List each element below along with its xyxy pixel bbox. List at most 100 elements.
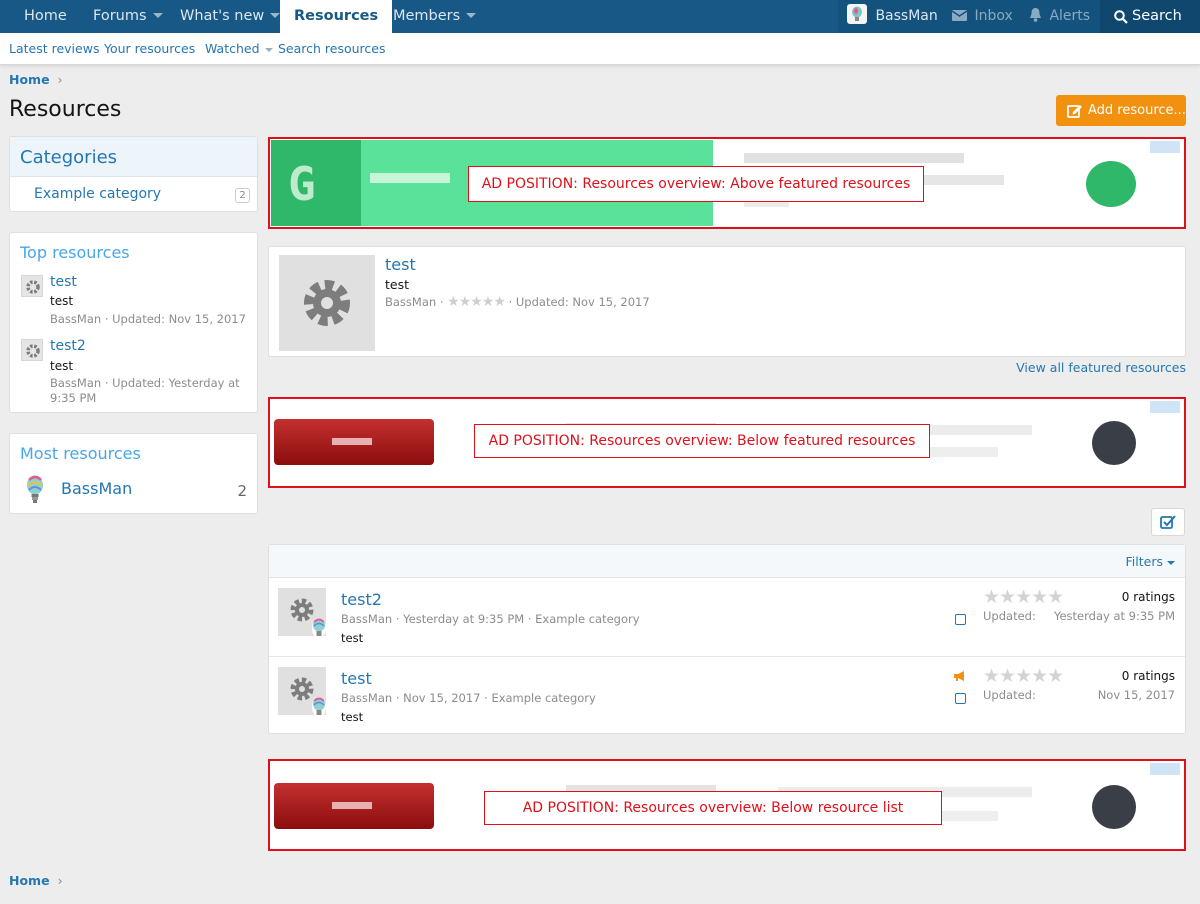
resource-author[interactable]: BassMan: [341, 691, 392, 705]
featured-updated: Updated: Nov 15, 2017: [515, 295, 650, 309]
rating-stars: ★★★★★: [447, 294, 506, 310]
subnav-search-resources[interactable]: Search resources: [278, 41, 386, 56]
categories-block: Categories Example category 2: [9, 136, 258, 212]
chevron-down-icon[interactable]: [264, 47, 273, 52]
ad-cta-icon: [1092, 785, 1136, 829]
ratings-count: 0 ratings: [1121, 669, 1175, 683]
resource-author[interactable]: BassMan: [341, 612, 392, 626]
most-resources-title: Most resources: [20, 444, 141, 463]
edit-icon: [1067, 105, 1082, 118]
inbox-link[interactable]: Inbox: [951, 0, 1013, 33]
subnav-your-resources[interactable]: Your resources: [104, 41, 195, 56]
ad-below-list[interactable]: AD POSITION: Resources overview: Below r…: [268, 759, 1186, 851]
add-resource-label: Add resource...: [1088, 103, 1186, 118]
subnav-latest-reviews[interactable]: Latest reviews: [9, 41, 99, 56]
nav-members[interactable]: Members: [393, 0, 477, 33]
featured-title[interactable]: test: [385, 255, 416, 274]
nav-resources[interactable]: Resources: [280, 0, 393, 33]
megaphone-icon: [954, 671, 964, 681]
checkbox-icon: [1160, 515, 1176, 529]
top-resource-desc: test: [50, 294, 74, 308]
ad-cta-icon: [1092, 421, 1136, 465]
resource-thumbnail[interactable]: [279, 255, 375, 351]
ad-logo-letter: G: [288, 157, 316, 211]
breadcrumb-bottom: Home ›: [9, 873, 63, 888]
nav-forums[interactable]: Forums: [93, 0, 163, 33]
ad-position-label: AD POSITION: Resources overview: Below f…: [474, 424, 930, 458]
member-resource-count: 2: [237, 482, 247, 500]
resource-date: Yesterday at 9:35 PM: [403, 612, 525, 626]
chevron-down-icon[interactable]: [270, 12, 281, 18]
chevron-down-icon[interactable]: [466, 12, 477, 18]
breadcrumb: Home ›: [9, 72, 62, 87]
nav-home-label: Home: [24, 8, 67, 24]
featured-resource: test test BassMan · ★★★★★ · Updated: Nov…: [268, 246, 1186, 357]
view-all-featured-link[interactable]: View all featured resources: [1016, 360, 1186, 375]
gear-icon: [26, 344, 40, 358]
ad-choices-icon: [1150, 141, 1180, 153]
chevron-down-icon: [1167, 560, 1175, 565]
top-resource-title[interactable]: test2: [50, 338, 86, 354]
nav-members-label: Members: [393, 8, 461, 24]
search-icon: [1114, 10, 1128, 24]
ad-blurred-text: [370, 173, 450, 183]
resource-category[interactable]: Example category: [535, 612, 639, 626]
resource-title[interactable]: test: [341, 669, 372, 688]
account-link[interactable]: BassMan: [847, 0, 938, 33]
row-select-checkbox[interactable]: [955, 614, 966, 625]
nav-home[interactable]: Home: [24, 0, 67, 33]
member-name[interactable]: BassMan: [61, 479, 132, 498]
top-resource-title[interactable]: test: [50, 274, 77, 290]
nav-forums-label: Forums: [93, 8, 147, 24]
row-select-checkbox[interactable]: [955, 693, 966, 704]
subnav-watched[interactable]: Watched: [205, 41, 273, 56]
avatar[interactable]: [312, 618, 326, 638]
featured-desc: test: [385, 277, 410, 292]
ad-blurred-text: [744, 153, 964, 163]
alerts-link[interactable]: Alerts: [1029, 0, 1090, 33]
ratings-count: 0 ratings: [1121, 590, 1175, 604]
chevron-right-icon: ›: [57, 73, 63, 87]
filters-button[interactable]: Filters: [1126, 554, 1175, 569]
resource-date: Nov 15, 2017: [403, 691, 481, 705]
envelope-icon: [951, 9, 968, 21]
updated-label: Updated:: [983, 609, 1036, 623]
nav-whats-new-label: What's new: [180, 8, 265, 24]
rating-stars: ★★★★★: [983, 665, 1064, 687]
resource-row: test BassMan · Nov 15, 2017 · Example ca…: [269, 656, 1185, 734]
breadcrumb-home[interactable]: Home: [9, 873, 50, 888]
resource-thumbnail[interactable]: [21, 339, 43, 361]
avatar[interactable]: [312, 697, 326, 717]
resource-meta: BassMan · Nov 15, 2017 · Example categor…: [341, 691, 596, 705]
ad-cta-icon: [1086, 161, 1136, 207]
featured-author[interactable]: BassMan: [385, 295, 436, 309]
chevron-down-icon[interactable]: [152, 12, 163, 18]
search-button[interactable]: Search: [1100, 0, 1200, 33]
ad-above-featured[interactable]: G AD POSITION: Resources overview: Above…: [268, 137, 1186, 229]
ad-choices-icon: [1150, 401, 1180, 413]
avatar[interactable]: [26, 475, 44, 505]
gear-icon: [26, 280, 40, 294]
top-navigation: Home Forums What's new Resources Members…: [0, 0, 1200, 33]
alerts-label: Alerts: [1049, 8, 1091, 24]
add-resource-button[interactable]: Add resource...: [1056, 95, 1186, 126]
breadcrumb-home[interactable]: Home: [9, 72, 50, 87]
gear-icon: [304, 280, 350, 326]
resource-title[interactable]: test2: [341, 590, 382, 609]
sub-navigation: Latest reviews Your resources Watched Se…: [0, 33, 1200, 65]
subnav-watched-label: Watched: [205, 41, 260, 56]
top-resource-meta: BassMan · Updated: Yesterday at 9:35 PM: [50, 376, 240, 405]
chevron-right-icon: ›: [57, 873, 63, 888]
ad-below-featured[interactable]: AD POSITION: Resources overview: Below f…: [268, 397, 1186, 488]
category-item[interactable]: Example category: [34, 186, 161, 202]
select-toggle-button[interactable]: [1151, 508, 1185, 536]
resource-category[interactable]: Example category: [491, 691, 595, 705]
nav-whats-new[interactable]: What's new: [180, 0, 281, 33]
rating-stars: ★★★★★: [983, 586, 1064, 608]
featured-meta: BassMan · ★★★★★ · Updated: Nov 15, 2017: [385, 294, 650, 310]
resource-list: Filters test2 BassMan · Yesterday at 9:3…: [268, 544, 1186, 734]
resource-thumbnail[interactable]: [21, 275, 43, 297]
ad-logo-block: [271, 140, 361, 226]
search-label: Search: [1132, 8, 1182, 24]
resource-meta: BassMan · Yesterday at 9:35 PM · Example…: [341, 612, 640, 626]
